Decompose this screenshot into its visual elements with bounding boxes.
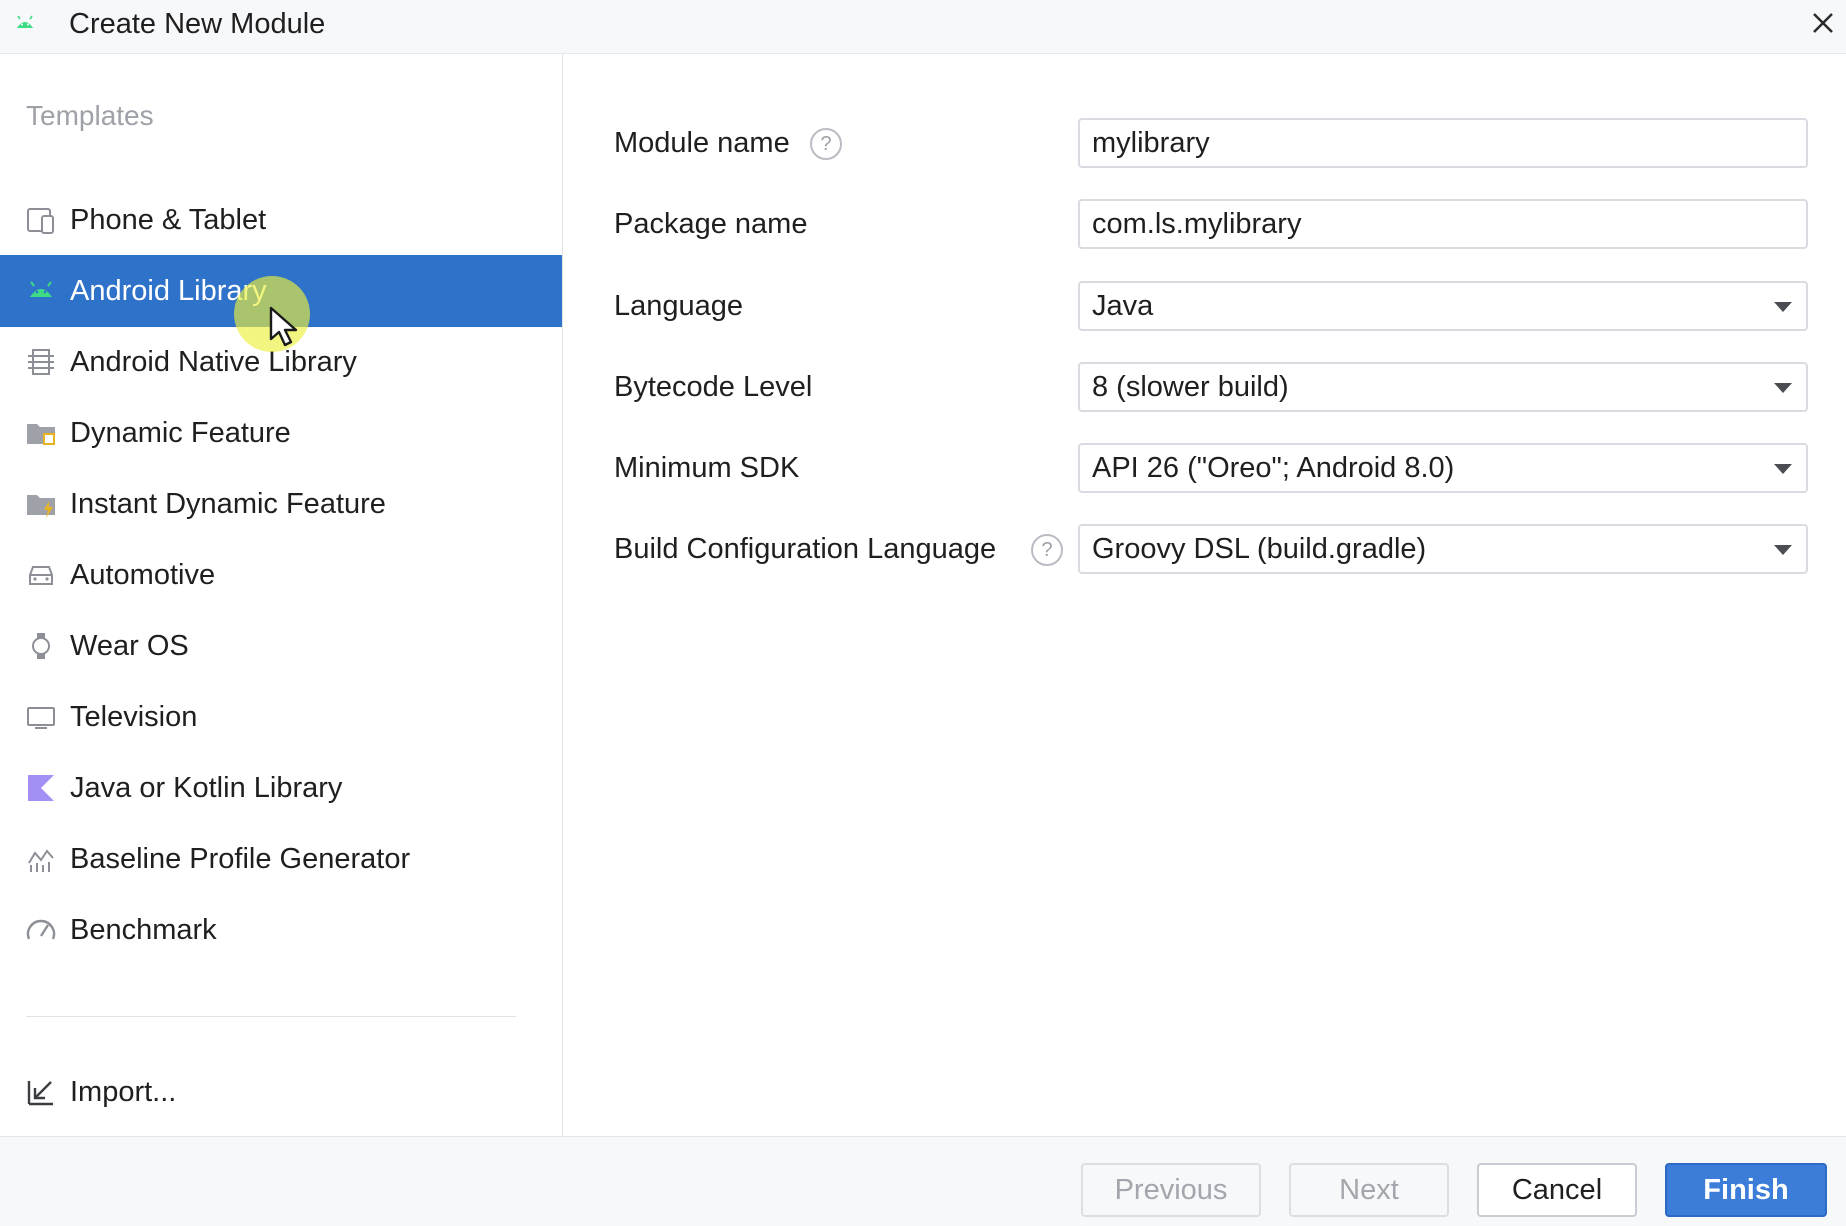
build-config-language-value: Groovy DSL (build.gradle)	[1092, 532, 1427, 565]
bytecode-level-select[interactable]: 8 (slower build)	[1078, 362, 1808, 412]
sidebar-item-label: Baseline Profile Generator	[70, 842, 411, 875]
module-name-input[interactable]	[1078, 118, 1808, 168]
minimum-sdk-select[interactable]: API 26 ("Oreo"; Android 8.0)	[1078, 443, 1808, 493]
create-new-module-dialog: Create New Module Templates Phone & Tabl…	[0, 0, 1846, 1226]
bytecode-level-label: Bytecode Level	[614, 371, 813, 403]
sidebar-item-label: Instant Dynamic Feature	[70, 487, 386, 520]
previous-button[interactable]: Previous	[1081, 1163, 1261, 1217]
instant-feature-folder-icon	[25, 488, 57, 520]
android-studio-icon	[17, 15, 33, 28]
cancel-button[interactable]: Cancel	[1477, 1163, 1637, 1217]
templates-heading: Templates	[26, 100, 154, 131]
templates-sidebar: Templates Phone & Tablet Android Library…	[0, 54, 563, 1136]
sidebar-item-label: Television	[70, 700, 198, 733]
finish-button[interactable]: Finish	[1665, 1163, 1827, 1217]
close-icon[interactable]	[1806, 6, 1840, 40]
dynamic-feature-folder-icon	[25, 417, 57, 449]
sidebar-item-label: Benchmark	[70, 913, 217, 946]
kotlin-icon	[25, 772, 57, 804]
build-config-language-label: Build Configuration Language	[614, 533, 997, 565]
bytecode-level-value: 8 (slower build)	[1092, 370, 1289, 403]
chevron-down-icon	[1774, 464, 1792, 474]
language-select[interactable]: Java	[1078, 281, 1808, 331]
window-title: Create New Module	[69, 8, 326, 40]
package-name-field[interactable]	[1092, 207, 1806, 241]
gauge-icon	[25, 914, 57, 946]
sidebar-item-dynamic-feature[interactable]: Dynamic Feature	[0, 397, 562, 469]
phone-tablet-icon	[25, 204, 57, 236]
import-label: Import...	[70, 1075, 177, 1108]
build-config-language-select[interactable]: Groovy DSL (build.gradle)	[1078, 524, 1808, 574]
sidebar-item-label: Android Native Library	[70, 345, 357, 378]
sidebar-divider	[26, 1016, 516, 1017]
module-name-label: Module name	[614, 127, 790, 159]
help-icon[interactable]: ?	[810, 128, 842, 160]
import-item[interactable]: Import...	[0, 1056, 562, 1128]
minimum-sdk-value: API 26 ("Oreo"; Android 8.0)	[1092, 451, 1455, 484]
chevron-down-icon	[1774, 302, 1792, 312]
sidebar-item-automotive[interactable]: Automotive	[0, 539, 562, 611]
minimum-sdk-label: Minimum SDK	[614, 452, 800, 484]
mouse-pointer-icon	[269, 306, 298, 347]
next-button[interactable]: Next	[1289, 1163, 1449, 1217]
car-icon	[25, 559, 57, 591]
sidebar-item-label: Wear OS	[70, 629, 189, 662]
sidebar-item-label: Automotive	[70, 558, 216, 591]
import-icon	[25, 1076, 57, 1108]
sidebar-item-label: Dynamic Feature	[70, 416, 291, 449]
help-icon[interactable]: ?	[1031, 534, 1063, 566]
sidebar-item-television[interactable]: Television	[0, 681, 562, 753]
sidebar-item-wear-os[interactable]: Wear OS	[0, 610, 562, 682]
sidebar-item-label: Phone & Tablet	[70, 203, 267, 236]
tv-icon	[25, 701, 57, 733]
chevron-down-icon	[1774, 545, 1792, 555]
package-name-input[interactable]	[1078, 199, 1808, 249]
language-value: Java	[1092, 289, 1154, 322]
sidebar-item-label: Java or Kotlin Library	[70, 771, 343, 804]
chart-icon	[25, 843, 57, 875]
title-bar: Create New Module	[0, 0, 1846, 54]
sidebar-item-phone-tablet[interactable]: Phone & Tablet	[0, 184, 562, 256]
language-label: Language	[614, 290, 744, 322]
watch-icon	[25, 630, 57, 662]
package-name-label: Package name	[614, 208, 808, 240]
sidebar-item-baseline-profile-generator[interactable]: Baseline Profile Generator	[0, 823, 562, 895]
module-name-field[interactable]	[1092, 126, 1806, 160]
sidebar-item-benchmark[interactable]: Benchmark	[0, 894, 562, 966]
chevron-down-icon	[1774, 383, 1792, 393]
android-icon	[25, 275, 57, 307]
sidebar-item-java-kotlin-library[interactable]: Java or Kotlin Library	[0, 752, 562, 824]
sidebar-item-instant-dynamic-feature[interactable]: Instant Dynamic Feature	[0, 468, 562, 540]
native-library-icon	[25, 346, 57, 378]
